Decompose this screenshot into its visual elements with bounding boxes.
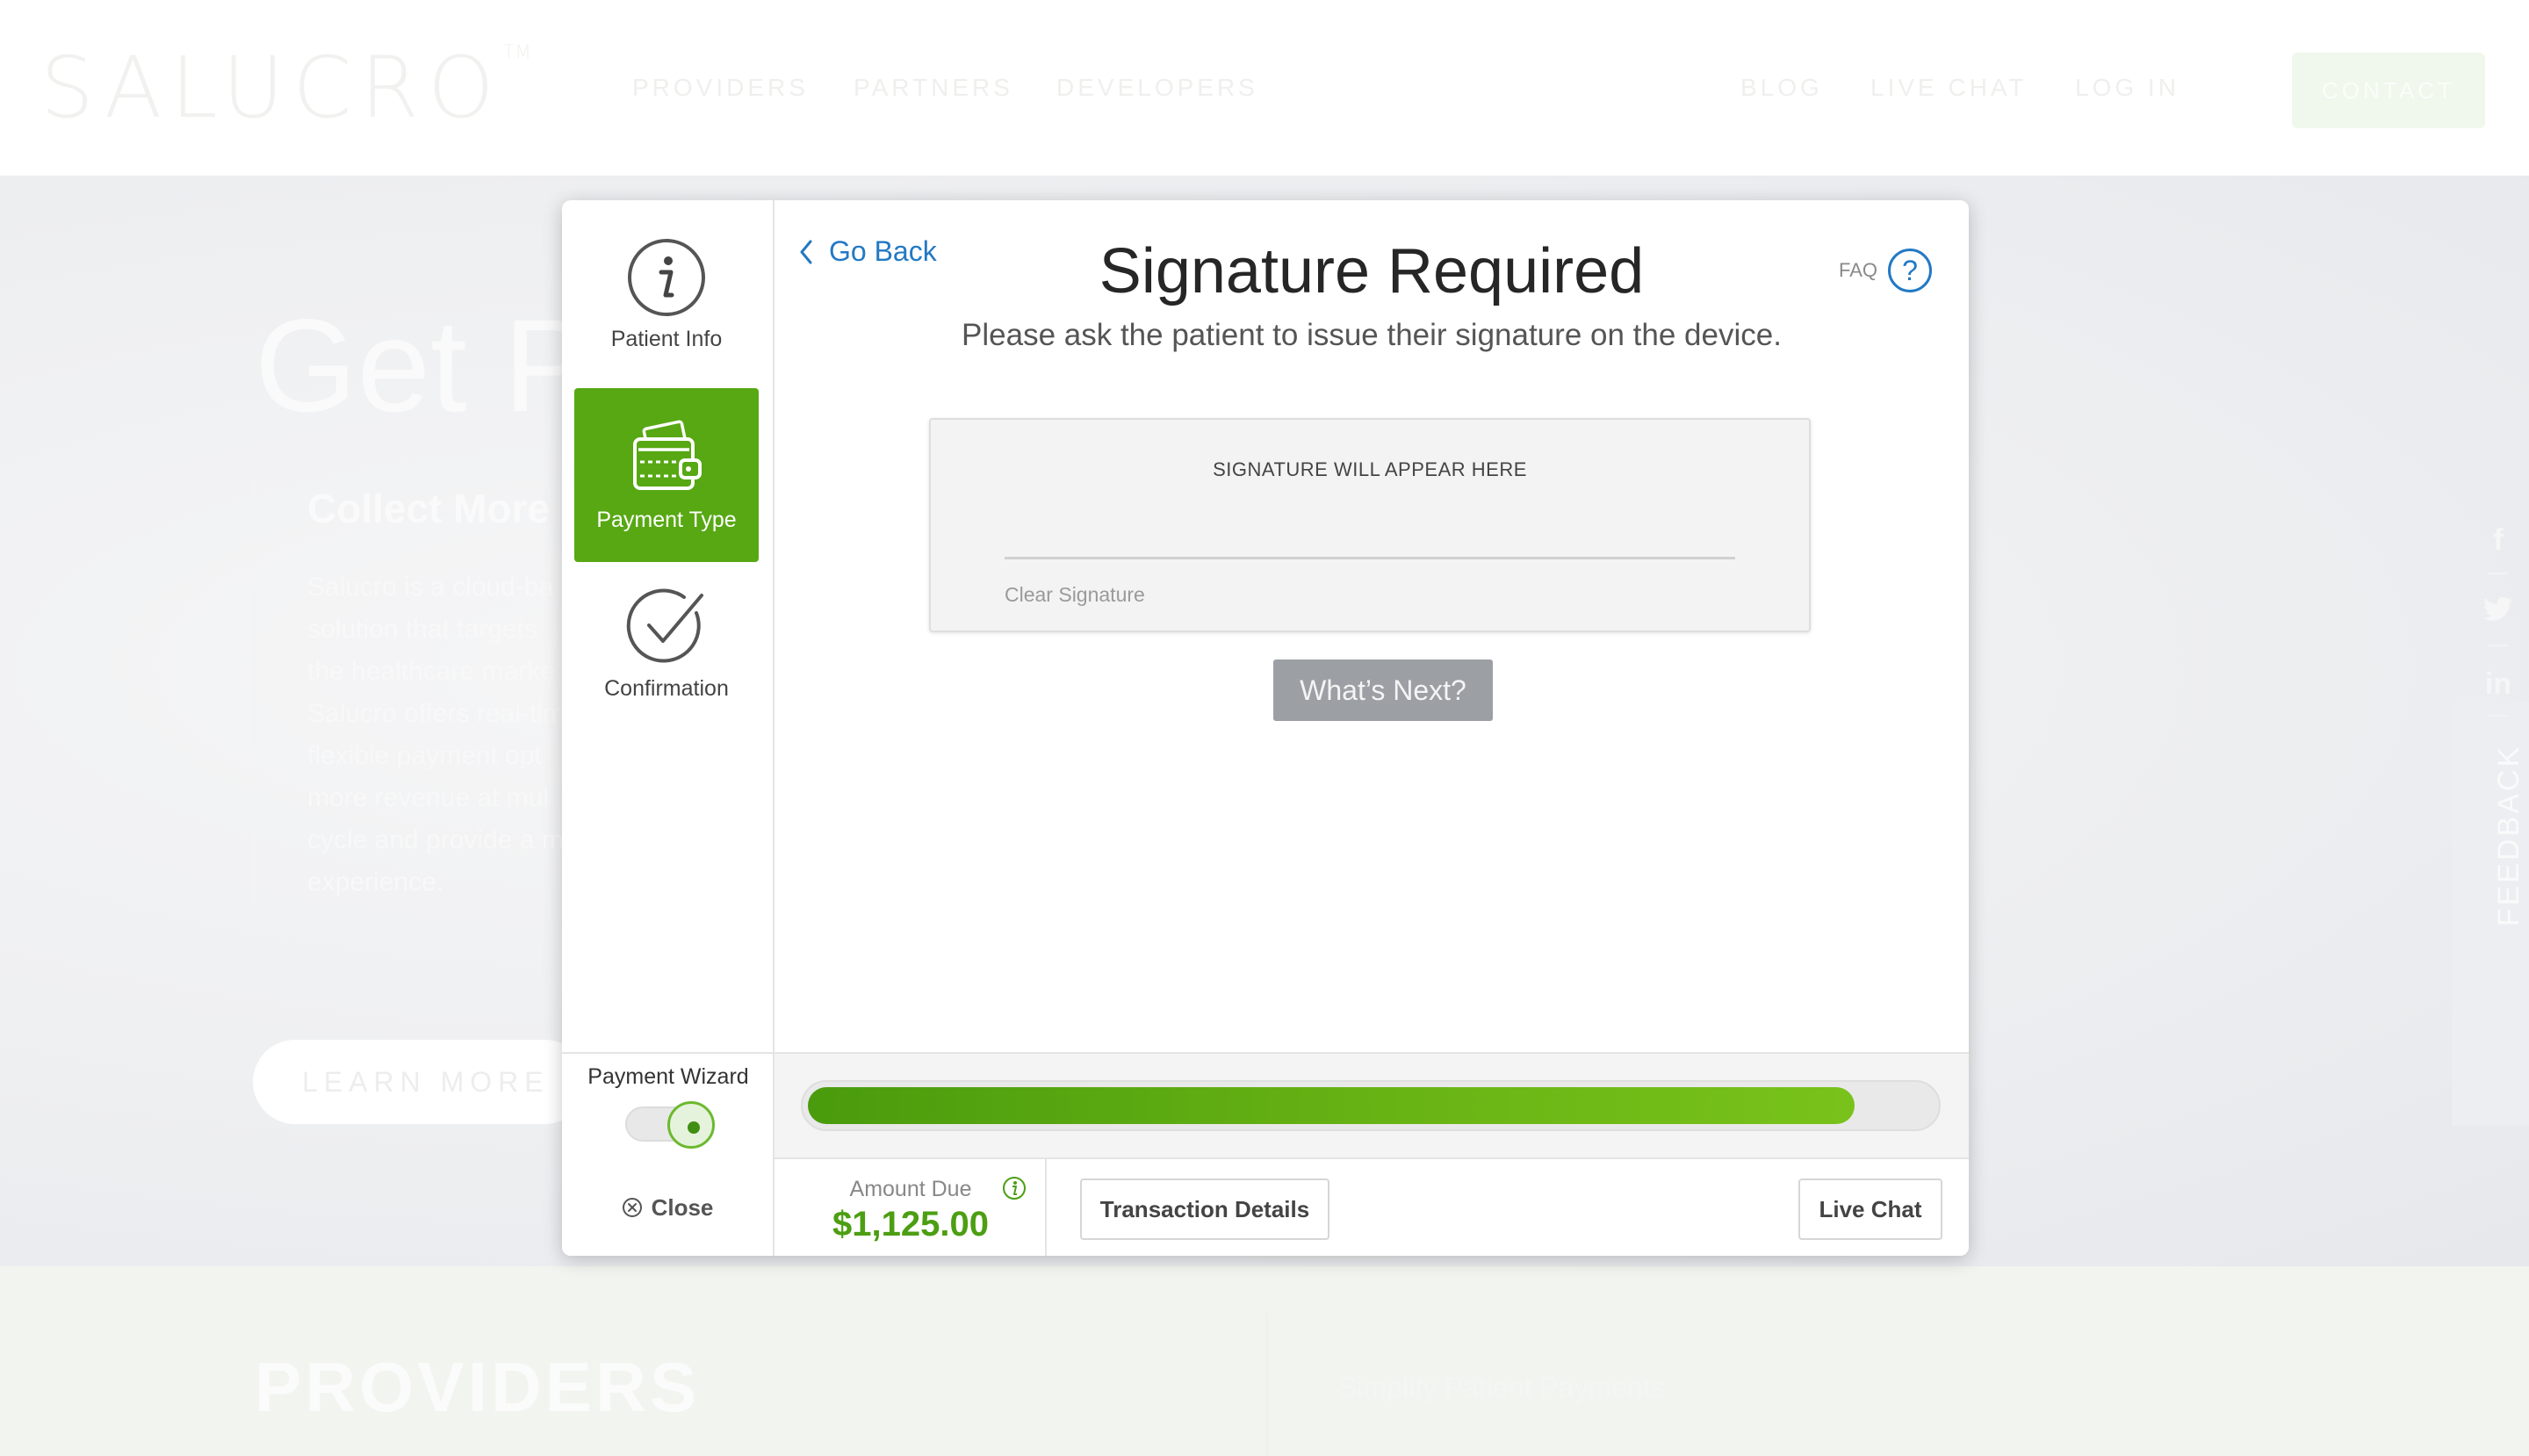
transaction-details-button[interactable]: Transaction Details [1080, 1178, 1329, 1240]
nav-developers[interactable]: DEVELOPERS [1056, 74, 1258, 102]
faq-link[interactable]: FAQ ? [1839, 249, 1933, 292]
progress-bar [801, 1080, 1941, 1131]
nav-providers[interactable]: PROVIDERS [632, 74, 809, 102]
close-label: Close [651, 1193, 714, 1221]
contact-button[interactable]: CONTACT [2292, 53, 2485, 128]
payment-wizard-modal: Patient Info Payment Type Confirmation G… [562, 200, 1969, 1256]
hero-line: Salucro offers real-tim [307, 699, 565, 728]
step-label: Patient Info [610, 326, 723, 351]
wizard-progress-row: Payment Wizard [562, 1052, 1969, 1159]
hero-line: experience. [307, 868, 444, 897]
nav-partners[interactable]: PARTNERS [854, 74, 1013, 102]
close-circle-icon [622, 1198, 642, 1217]
progress-bar-fill [808, 1087, 1855, 1124]
hero-line: flexible payment opt [307, 741, 542, 770]
twitter-icon[interactable] [2476, 596, 2520, 631]
feedback-label[interactable]: FEEDBACK [2492, 745, 2526, 926]
step-label: Payment Type [596, 507, 737, 532]
hero-line: the healthcare marke [307, 657, 555, 686]
hero-divider [253, 479, 256, 905]
info-icon [628, 238, 705, 316]
live-chat-button[interactable]: Live Chat [1798, 1178, 1942, 1240]
payment-wizard-label: Payment Wizard [587, 1064, 749, 1089]
logo-text: SALUCRO [40, 39, 503, 137]
hero-line: cycle and provide a m [307, 825, 564, 854]
providers-heading: PROVIDERS [255, 1348, 701, 1426]
hero-line: solution that targets [307, 615, 537, 644]
faq-label: FAQ [1839, 259, 1878, 281]
social-divider [2489, 573, 2508, 574]
step-label: Confirmation [604, 675, 729, 701]
social-divider [2489, 715, 2508, 717]
info-icon[interactable] [1001, 1175, 1027, 1201]
close-button[interactable]: Close [562, 1159, 775, 1256]
hero-paragraph: Salucro is a cloud-ba solution that targ… [307, 566, 571, 904]
step-payment-type[interactable]: Payment Type [574, 388, 759, 562]
help-icon: ? [1888, 249, 1933, 292]
hero-line: Salucro is a cloud-ba [307, 573, 554, 602]
amount-due: Amount Due $1,125.00 [775, 1159, 1047, 1256]
page-title: Signature Required [1099, 236, 1645, 306]
toggle-dot [688, 1121, 700, 1134]
providers-divider [1266, 1314, 1268, 1456]
linkedin-icon[interactable]: in [2476, 667, 2520, 702]
toggle-knob[interactable] [667, 1101, 715, 1149]
learn-more-button[interactable]: LEARN MORE [253, 1040, 587, 1124]
whats-next-button[interactable]: What’s Next? [1273, 660, 1493, 721]
facebook-icon[interactable]: f [2476, 523, 2520, 558]
signature-pad[interactable]: SIGNATURE WILL APPEAR HERE Clear Signatu… [929, 418, 1811, 632]
hero-line: more revenue at mul [307, 783, 550, 812]
payment-wizard-toggle-cell: Payment Wizard [562, 1054, 775, 1159]
wizard-content: Go Back Signature Required Please ask th… [775, 200, 1969, 1052]
site-logo[interactable]: SALUCROTM [40, 39, 531, 137]
nav-log-in[interactable]: LOG IN [2075, 74, 2180, 102]
amount-due-value: $1,125.00 [832, 1205, 989, 1243]
signature-caption: SIGNATURE WILL APPEAR HERE [1213, 458, 1527, 480]
step-patient-info[interactable]: Patient Info [574, 207, 759, 381]
site-header: SALUCROTM PROVIDERS PARTNERS DEVELOPERS … [0, 0, 2529, 176]
social-divider [2489, 645, 2508, 646]
modal-footer: Close Amount Due $1,125.00 Transaction D… [562, 1159, 1969, 1256]
nav-live-chat[interactable]: LIVE CHAT [1870, 74, 2028, 102]
page-subtitle: Please ask the patient to issue their si… [962, 318, 1782, 352]
signature-line [1005, 557, 1735, 559]
nav-blog[interactable]: BLOG [1740, 74, 1823, 102]
clear-signature-link[interactable]: Clear Signature [1005, 583, 1145, 607]
providers-subheading: Simplify Patient Payments [1338, 1372, 1665, 1403]
wizard-steps-sidebar: Patient Info Payment Type Confirmation [562, 200, 775, 1052]
logo-trademark: TM [502, 42, 532, 64]
wallet-icon [633, 420, 702, 490]
step-confirmation[interactable]: Confirmation [574, 557, 759, 731]
check-circle-icon [626, 588, 703, 663]
hero-subtitle: Collect More [307, 486, 551, 531]
